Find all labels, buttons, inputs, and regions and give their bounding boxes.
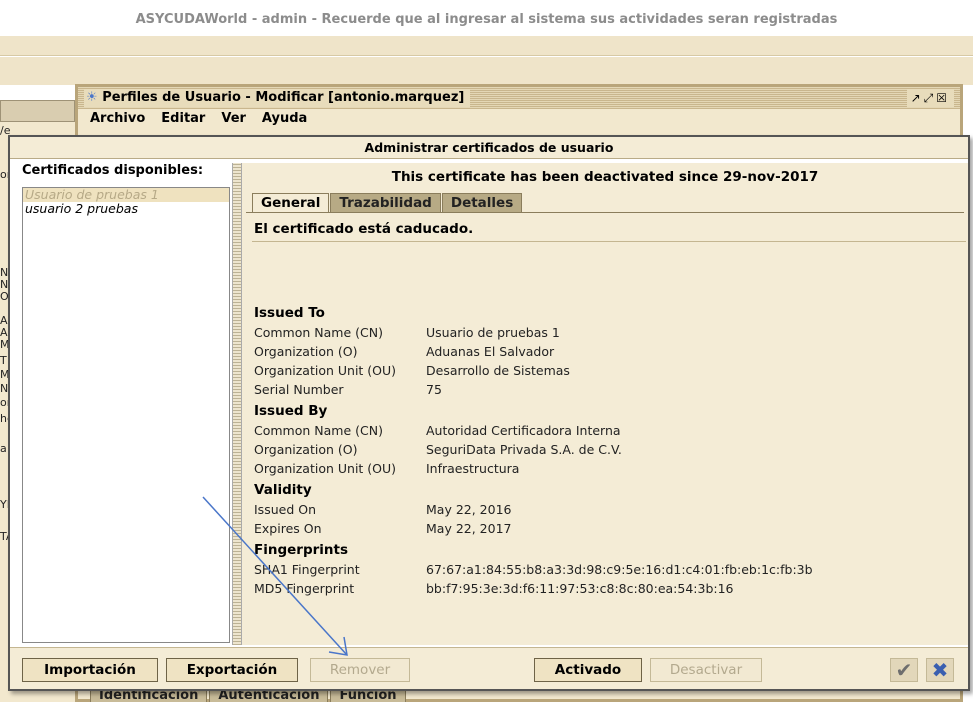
menu-ver[interactable]: Ver [221, 111, 246, 126]
menu-editar[interactable]: Editar [161, 111, 205, 126]
info-row: Issued On May 22, 2016 [254, 500, 954, 519]
field-label: Expires On [254, 521, 322, 536]
field-label: Issued On [254, 502, 316, 517]
background-text: T [0, 354, 7, 367]
app-title: ASYCUDAWorld - admin - Recuerde que al i… [135, 12, 838, 27]
background-header [0, 100, 75, 122]
certificate-details-panel: This certificate has been deactivated si… [242, 163, 968, 645]
activated-button[interactable]: Activado [534, 658, 642, 682]
list-item[interactable]: usuario 2 pruebas [23, 202, 229, 216]
field-label: Organization Unit (OU) [254, 363, 397, 378]
menu-ayuda[interactable]: Ayuda [262, 111, 307, 126]
info-row: Serial Number 75 [254, 380, 954, 399]
info-row: MD5 Fingerprint bb:f7:95:3e:3d:f6:11:97:5… [254, 579, 954, 598]
window-controls-icon[interactable]: ↗⤢☒ [906, 89, 954, 107]
export-button[interactable]: Exportación [166, 658, 298, 682]
field-label: Organization (O) [254, 344, 358, 359]
remove-button[interactable]: Remover [310, 658, 410, 682]
app-title-bar: ASYCUDAWorld - admin - Recuerde que al i… [0, 0, 973, 36]
certificate-status: El certificado está caducado. [254, 221, 474, 237]
window-title-text: Perfiles de Usuario - Modificar [antonio… [102, 90, 465, 105]
field-value: Infraestructura [426, 461, 520, 476]
details-tabs: General Trazabilidad Detalles [252, 193, 523, 213]
field-value: bb:f7:95:3e:3d:f6:11:97:53:c8:8c:80:ea:5… [426, 581, 734, 596]
issued-by-heading: Issued By [254, 403, 328, 419]
status-divider [252, 241, 966, 242]
import-button[interactable]: Importación [22, 658, 158, 682]
dialog-title: Administrar certificados de usuario [10, 137, 968, 159]
info-row: SHA1 Fingerprint 67:67:a1:84:55:b8:a3:3d:… [254, 560, 954, 579]
info-row: Organization (O) SeguriData Privada S.A. … [254, 440, 954, 459]
fingerprints-heading: Fingerprints [254, 542, 348, 558]
info-row: Common Name (CN) Autoridad Certificadora … [254, 421, 954, 440]
window-title: ☀ Perfiles de Usuario - Modificar [anton… [84, 89, 471, 107]
window-menu-bar: Archivo Editar Ver Ayuda [78, 109, 960, 129]
list-item[interactable]: Usuario de pruebas 1 [23, 188, 229, 202]
field-label: SHA1 Fingerprint [254, 562, 360, 577]
info-row: Common Name (CN) Usuario de pruebas 1 [254, 323, 954, 342]
info-row: Organization Unit (OU) Infraestructura [254, 459, 954, 478]
toolbar [0, 57, 973, 85]
checkmark-icon[interactable]: ✔ [890, 658, 918, 682]
field-value: Usuario de pruebas 1 [426, 325, 560, 340]
tab-detalles[interactable]: Detalles [441, 193, 523, 213]
deactivate-button[interactable]: Desactivar [650, 658, 762, 682]
field-value: May 22, 2017 [426, 521, 512, 536]
window-icon: ☀ [86, 90, 98, 105]
info-row: Organization Unit (OU) Desarrollo de Sist… [254, 361, 954, 380]
info-row: Expires On May 22, 2017 [254, 519, 954, 538]
validity-heading: Validity [254, 482, 312, 498]
info-row: Organization (O) Aduanas El Salvador [254, 342, 954, 361]
close-icon[interactable]: ✖ [926, 658, 954, 682]
field-label: Organization (O) [254, 442, 358, 457]
dialog-button-bar: Importación Exportación Remover Activado… [10, 647, 968, 689]
issued-to-heading: Issued To [254, 305, 325, 321]
field-label: Serial Number [254, 382, 344, 397]
tab-general[interactable]: General [252, 193, 330, 213]
tab-divider [246, 212, 964, 213]
field-label: MD5 Fingerprint [254, 581, 355, 596]
window-title-bar[interactable]: ☀ Perfiles de Usuario - Modificar [anton… [78, 87, 960, 109]
field-value: 75 [426, 382, 442, 397]
deactivated-notice: This certificate has been deactivated si… [391, 169, 819, 185]
field-label: Common Name (CN) [254, 325, 383, 340]
field-value: May 22, 2016 [426, 502, 512, 517]
tab-trazabilidad[interactable]: Trazabilidad [330, 193, 441, 213]
field-value: Aduanas El Salvador [426, 344, 555, 359]
list-label: Certificados disponibles: [22, 163, 204, 178]
certificates-dialog: Administrar certificados de usuario Cert… [8, 135, 970, 691]
field-label: Organization Unit (OU) [254, 461, 397, 476]
split-pane-divider[interactable] [232, 163, 242, 645]
certificate-info: Issued To Common Name (CN) Usuario de pru… [254, 303, 954, 598]
background-text: a [0, 442, 7, 455]
certificate-list[interactable]: Usuario de pruebas 1 usuario 2 pruebas [22, 187, 230, 643]
field-value: SeguriData Privada S.A. de C.V. [426, 442, 622, 457]
menu-bar [0, 36, 973, 56]
field-value: Autoridad Certificadora Interna [426, 423, 621, 438]
field-label: Common Name (CN) [254, 423, 383, 438]
background-text: N [0, 382, 9, 395]
field-value: 67:67:a1:84:55:b8:a3:3d:98:c9:5e:16:d1:c… [426, 562, 813, 577]
field-value: Desarrollo de Sistemas [426, 363, 570, 378]
menu-archivo[interactable]: Archivo [90, 111, 145, 126]
